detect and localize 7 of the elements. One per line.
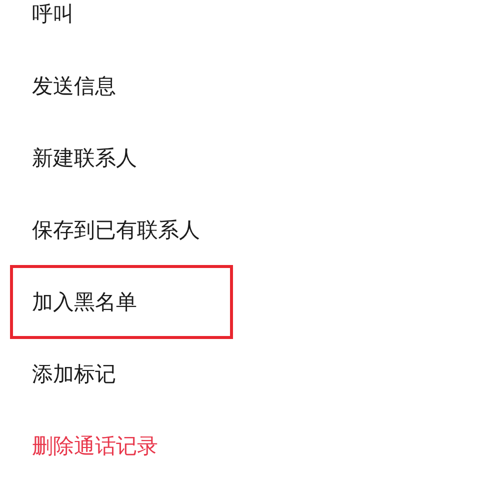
menu-item[interactable]: 保存到已有联系人: [32, 216, 200, 244]
menu-item[interactable]: 新建联系人: [32, 144, 137, 172]
menu-item[interactable]: 加入黑名单: [32, 288, 137, 316]
menu-item[interactable]: 删除通话记录: [32, 432, 158, 460]
menu-item[interactable]: 发送信息: [32, 72, 116, 100]
menu-item[interactable]: 添加标记: [32, 360, 116, 388]
menu-item[interactable]: 呼叫: [32, 0, 74, 28]
